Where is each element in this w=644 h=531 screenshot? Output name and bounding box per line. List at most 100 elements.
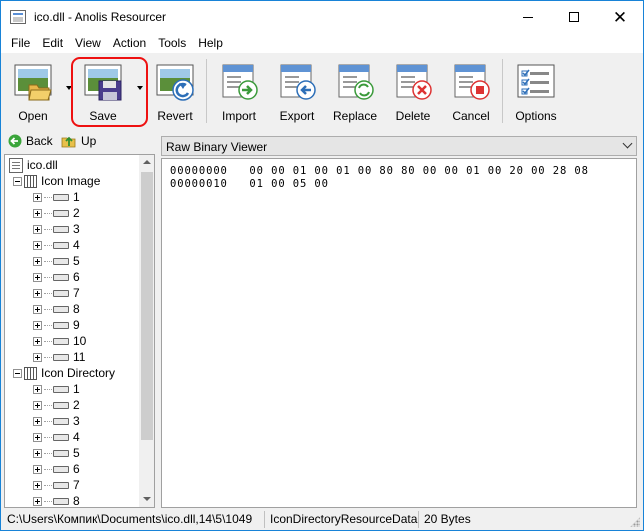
tree-connector [44, 404, 52, 406]
tree-item[interactable]: 2 [33, 397, 80, 413]
expand-icon[interactable] [33, 464, 42, 474]
expand-icon[interactable] [33, 192, 42, 202]
resource-item-icon [53, 465, 69, 473]
replace-button[interactable]: Replace [328, 56, 382, 126]
tree-item-label: 4 [73, 430, 80, 444]
tree-item-label: 10 [73, 334, 87, 348]
cancel-label: Cancel [452, 109, 490, 123]
tree-group[interactable]: Icon Image [13, 173, 100, 189]
tree-item[interactable]: 4 [33, 429, 80, 445]
tree-item-label: 4 [73, 238, 80, 252]
tree-item[interactable]: 9 [33, 317, 80, 333]
menu-view[interactable]: View [69, 33, 107, 53]
collapse-icon[interactable] [13, 176, 22, 186]
tree-item[interactable]: 6 [33, 269, 80, 285]
menu-tools[interactable]: Tools [152, 33, 192, 53]
expand-icon[interactable] [33, 240, 42, 250]
tree-scrollbar[interactable] [139, 155, 154, 507]
expand-icon[interactable] [33, 384, 42, 394]
revert-icon [156, 64, 194, 101]
hex-viewer[interactable]: 00000000 00 00 01 00 01 00 80 80 00 00 0… [161, 158, 637, 508]
minimize-button[interactable] [505, 1, 551, 33]
collapse-icon[interactable] [13, 368, 22, 378]
scroll-down-icon[interactable] [143, 497, 151, 501]
up-button[interactable]: Up [61, 134, 96, 148]
tree-connector [44, 244, 52, 246]
tree-item[interactable]: 11 [33, 349, 85, 365]
tree-item[interactable]: 8 [33, 493, 80, 507]
tree-connector [44, 500, 52, 502]
revert-button[interactable]: Revert [149, 56, 201, 126]
status-path: C:\Users\Компик\Documents\ico.dll,14\5\1… [7, 512, 253, 526]
menu-help[interactable]: Help [192, 33, 229, 53]
expand-icon[interactable] [33, 256, 42, 266]
scroll-up-icon[interactable] [143, 160, 151, 164]
tree-item[interactable]: 7 [33, 477, 80, 493]
resource-item-icon [53, 353, 69, 361]
menu-action[interactable]: Action [107, 33, 152, 53]
back-label: Back [26, 134, 53, 148]
tree-group[interactable]: Icon Directory [13, 365, 115, 381]
delete-label: Delete [395, 109, 431, 123]
close-button[interactable]: ✕ [597, 1, 643, 33]
tree-item[interactable]: 1 [33, 381, 80, 397]
tree-item-label: 6 [73, 462, 80, 476]
expand-icon[interactable] [33, 320, 42, 330]
tree-item[interactable]: 5 [33, 253, 80, 269]
expand-icon[interactable] [33, 224, 42, 234]
tree-root[interactable]: ico.dll [9, 157, 58, 173]
resource-item-icon [53, 289, 69, 297]
tree-connector [44, 420, 52, 422]
expand-icon[interactable] [33, 496, 42, 506]
toolbar-separator [206, 59, 207, 123]
resource-type-icon [24, 174, 37, 188]
tree-connector [44, 388, 52, 390]
export-button[interactable]: Export [271, 56, 323, 126]
resource-tree[interactable]: ico.dll Icon Image 1 2 3 4 5 6 7 8 9 10 11 Icon Dire… [4, 154, 155, 508]
expand-icon[interactable] [33, 336, 42, 346]
expand-icon[interactable] [33, 448, 42, 458]
tree-item[interactable]: 10 [33, 333, 86, 349]
tree-item-label: 11 [73, 350, 86, 364]
expand-icon[interactable] [33, 480, 42, 490]
expand-icon[interactable] [33, 304, 42, 314]
delete-button[interactable]: Delete [387, 56, 439, 126]
tree-group-label: Icon Directory [41, 366, 116, 380]
expand-icon[interactable] [33, 288, 42, 298]
tree-connector [44, 468, 52, 470]
tree-item[interactable]: 7 [33, 285, 80, 301]
menu-file[interactable]: File [5, 33, 36, 53]
up-label: Up [81, 134, 97, 148]
expand-icon[interactable] [33, 272, 42, 282]
replace-label: Replace [332, 109, 378, 123]
expand-icon[interactable] [33, 400, 42, 410]
expand-icon[interactable] [33, 432, 42, 442]
tree-connector [44, 484, 52, 486]
expand-icon[interactable] [33, 208, 42, 218]
expand-icon[interactable] [33, 416, 42, 426]
open-button[interactable]: Open [7, 56, 59, 126]
viewer-select[interactable]: Raw Binary Viewer [161, 136, 637, 156]
tree-item[interactable]: 5 [33, 445, 80, 461]
maximize-button[interactable] [551, 1, 597, 33]
tree-connector [44, 228, 52, 230]
status-size: 20 Bytes [424, 512, 471, 526]
tree-item[interactable]: 3 [33, 221, 80, 237]
expand-icon[interactable] [33, 352, 42, 362]
resource-item-icon [53, 193, 69, 201]
options-button[interactable]: Options [508, 56, 564, 126]
menu-edit[interactable]: Edit [36, 33, 69, 53]
tree-item[interactable]: 6 [33, 461, 80, 477]
status-separator [264, 511, 265, 528]
tree-item[interactable]: 8 [33, 301, 80, 317]
scroll-thumb[interactable] [141, 172, 153, 440]
cancel-button[interactable]: Cancel [445, 56, 497, 126]
tree-item[interactable]: 2 [33, 205, 80, 221]
tree-item[interactable]: 4 [33, 237, 80, 253]
tree-item[interactable]: 3 [33, 413, 80, 429]
back-button[interactable]: Back [8, 134, 53, 148]
resize-grip-icon[interactable] [630, 517, 640, 527]
app-icon[interactable] [10, 10, 26, 24]
import-button[interactable]: Import [213, 56, 265, 126]
tree-item[interactable]: 1 [33, 189, 80, 205]
